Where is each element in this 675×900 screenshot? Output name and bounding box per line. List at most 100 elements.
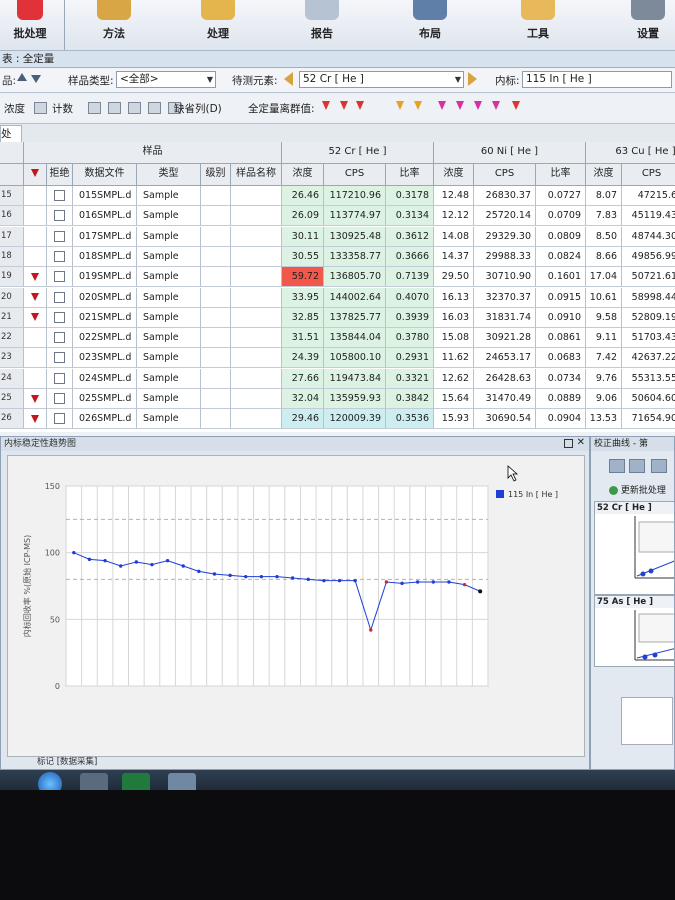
istd-trend-chart[interactable]: 0 50 100 150 内标回收率 %(原始 ICP-MS) 115 In [ He ] [8,456,584,756]
checkbox-icon[interactable] [54,230,65,242]
col-cu-cps[interactable]: CPS [622,164,675,186]
calibration-curve-as[interactable]: 75 As [ He ] [594,595,674,667]
table-row[interactable]: 18 018SMPL.d Sample 30.55 133358.77 0.3666 14.… [0,246,675,267]
reject-checkbox[interactable] [47,368,73,389]
table-row[interactable]: 20 020SMPL.d Sample 33.95 144002.64 0.4070 16.… [0,287,675,308]
ribbon-report-button[interactable]: 报告 [290,0,354,50]
ribbon-settings-button[interactable]: 设置 [616,0,675,50]
reject-checkbox[interactable] [47,348,73,369]
grid-icon[interactable] [88,102,101,114]
arrow-down-icon[interactable] [31,75,41,83]
reject-checkbox[interactable] [47,226,73,247]
table-row[interactable]: 23 023SMPL.d Sample 24.39 105800.10 0.2931 11.… [0,348,675,369]
col-type[interactable]: 类型 [137,164,201,186]
col-reject[interactable]: 拒绝 [47,164,73,186]
flag-icon[interactable] [474,101,482,110]
reject-checkbox[interactable] [47,389,73,409]
arrow-down-icon[interactable] [629,459,645,473]
col-cr-ratio[interactable]: 比率 [386,164,434,186]
checkbox-icon[interactable] [54,210,65,222]
table-row[interactable]: 26 026SMPL.d Sample 29.46 120009.39 0.3536 15.… [0,409,675,430]
col-ni-conc[interactable]: 浓度 [434,164,474,186]
ribbon-process-button[interactable]: 处理 [186,0,250,50]
checkbox-icon[interactable] [54,352,65,364]
ribbon-tools-button[interactable]: 工具 [506,0,570,50]
count-toggle[interactable]: 计数 [52,101,73,116]
flag-icon[interactable] [396,101,404,110]
row-flag-cell[interactable] [24,368,47,389]
flag-icon[interactable] [322,101,330,110]
calibration-curve-cr[interactable]: 52 Cr [ He ] [594,501,674,595]
refresh-icon[interactable] [651,459,667,473]
grid-icon[interactable] [148,102,161,114]
col-level[interactable]: 级别 [201,164,231,186]
ribbon-method-button[interactable]: 方法 [82,0,146,50]
taskbar-app-icon[interactable] [80,773,108,790]
flag-icon[interactable] [356,101,364,110]
reject-checkbox[interactable] [47,246,73,267]
checkbox-icon[interactable] [54,393,65,404]
flag-icon[interactable] [492,101,500,110]
checkbox-icon[interactable] [54,291,65,303]
prev-element-icon[interactable] [284,72,293,86]
flag-icon[interactable] [414,101,422,110]
checkbox-icon[interactable] [54,250,65,262]
col-data-file[interactable]: 数据文件 [73,164,137,186]
col-cr-cps[interactable]: CPS [324,164,386,186]
table-row[interactable]: 17 017SMPL.d Sample 30.11 130925.48 0.3612 14.… [0,226,675,247]
ribbon-batch-button[interactable]: 批处理 [0,0,60,50]
table-row[interactable]: 19 019SMPL.d Sample 59.72 136805.70 0.7139 29.… [0,267,675,288]
col-sample-name[interactable]: 样品名称 [231,164,282,186]
element-select[interactable]: 52 Cr [ He ] ▼ [299,71,464,88]
checkbox-icon[interactable] [54,190,65,201]
table-row[interactable]: 22 022SMPL.d Sample 31.51 135844.04 0.3780 15.… [0,328,675,349]
table-row[interactable]: 15 015SMPL.d Sample 26.46 117210.96 0.3178 12.… [0,186,675,206]
start-button-icon[interactable] [38,772,62,790]
table-row[interactable]: 21 021SMPL.d Sample 32.85 137825.77 0.3939 16.… [0,307,675,328]
flag-icon[interactable] [512,101,520,110]
row-flag-cell[interactable] [24,307,47,328]
row-flag-cell[interactable] [24,267,47,288]
reject-checkbox[interactable] [47,409,73,430]
checkbox-icon[interactable] [54,413,65,425]
col-flag[interactable] [24,164,47,186]
col-cu-conc[interactable]: 浓度 [586,164,622,186]
table-row[interactable]: 16 016SMPL.d Sample 26.09 113774.97 0.3134 12.… [0,206,675,227]
istd-select[interactable]: 115 In [ He ] [522,71,672,88]
row-flag-cell[interactable] [24,246,47,267]
row-flag-cell[interactable] [24,409,47,430]
excel-icon[interactable] [122,773,150,790]
col-ni-cps[interactable]: CPS [474,164,536,186]
grid-icon[interactable] [108,102,121,114]
grid-icon[interactable] [128,102,141,114]
checkbox-icon[interactable] [54,311,65,323]
checkbox-icon[interactable] [54,332,65,344]
checkbox-icon[interactable] [54,372,65,384]
reject-checkbox[interactable] [47,267,73,288]
flag-icon[interactable] [456,101,464,110]
row-flag-cell[interactable] [24,348,47,369]
row-flag-cell[interactable] [24,186,47,206]
table-row[interactable]: 24 024SMPL.d Sample 27.66 119473.84 0.3321 12.… [0,368,675,389]
row-flag-cell[interactable] [24,226,47,247]
next-element-icon[interactable] [468,72,477,86]
reject-checkbox[interactable] [47,328,73,349]
update-batch-button[interactable]: 更新批处理 [609,483,674,496]
arrow-up-icon[interactable] [609,459,625,473]
ribbon-layout-button[interactable]: 布局 [398,0,462,50]
tab-process[interactable]: 处理 [0,125,22,156]
flag-icon[interactable] [438,101,446,110]
reject-checkbox[interactable] [47,186,73,206]
col-ni-ratio[interactable]: 比率 [536,164,586,186]
flag-icon[interactable] [340,101,348,110]
missing-columns-button[interactable]: 缺省列(D) [174,101,222,116]
reject-checkbox[interactable] [47,287,73,308]
sample-type-select[interactable]: <全部> ▼ [116,71,216,88]
reject-checkbox[interactable] [47,307,73,328]
checkbox-icon[interactable] [54,271,65,283]
row-flag-cell[interactable] [24,328,47,349]
conc-toggle[interactable]: 浓度 [4,101,25,116]
reject-checkbox[interactable] [47,206,73,227]
table-row[interactable]: 25 025SMPL.d Sample 32.04 135959.93 0.3842 15.… [0,389,675,409]
taskbar-app-icon[interactable] [168,773,196,790]
